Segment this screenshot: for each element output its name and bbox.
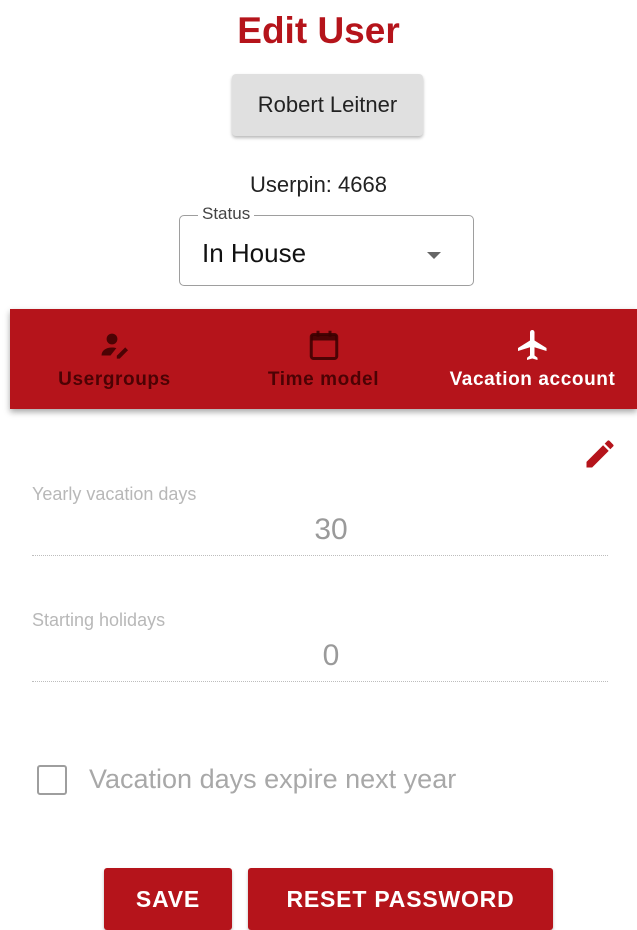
dropdown-arrow-icon	[427, 252, 441, 259]
field-underline	[32, 681, 608, 682]
tab-time-model-label: Time model	[267, 369, 380, 390]
user-name-chip[interactable]: Robert Leitner	[232, 74, 423, 136]
page-title: Edit User	[237, 10, 400, 51]
tab-vacation-account[interactable]: Vacation account	[428, 309, 637, 409]
expire-checkbox-label: Vacation days expire next year	[89, 764, 457, 794]
user-tabs: Usergroups Time model Vacation account	[10, 309, 637, 409]
starting-holidays-label: Starting holidays	[32, 610, 166, 630]
tab-vacation-account-label: Vacation account	[449, 369, 616, 390]
status-select[interactable]: Status In House	[179, 204, 474, 286]
starting-holidays-value: 0	[322, 639, 340, 672]
status-label: Status	[198, 204, 255, 224]
tab-usergroups-label: Usergroups	[58, 369, 171, 390]
expire-next-year-option[interactable]: Vacation days expire next year	[37, 764, 456, 795]
person-edit-icon	[101, 333, 128, 359]
save-button[interactable]: SAVE	[104, 868, 232, 930]
yearly-vacation-value: 30	[314, 513, 348, 546]
tab-usergroups[interactable]: Usergroups	[10, 309, 219, 409]
yearly-vacation-label: Yearly vacation days	[32, 484, 197, 504]
expire-checkbox[interactable]	[37, 764, 67, 795]
status-value: In House	[202, 238, 307, 268]
field-underline	[32, 555, 608, 556]
calendar-icon	[309, 330, 338, 360]
starting-holidays-field[interactable]: Starting holidays 0	[32, 610, 608, 682]
reset-password-button[interactable]: RESET PASSWORD	[248, 868, 553, 930]
userpin-text: Userpin: 4668	[250, 172, 387, 197]
pencil-edit-icon[interactable]	[582, 436, 618, 472]
airplane-icon	[517, 330, 546, 360]
tab-time-model[interactable]: Time model	[219, 309, 428, 409]
yearly-vacation-field[interactable]: Yearly vacation days 30	[32, 484, 608, 556]
